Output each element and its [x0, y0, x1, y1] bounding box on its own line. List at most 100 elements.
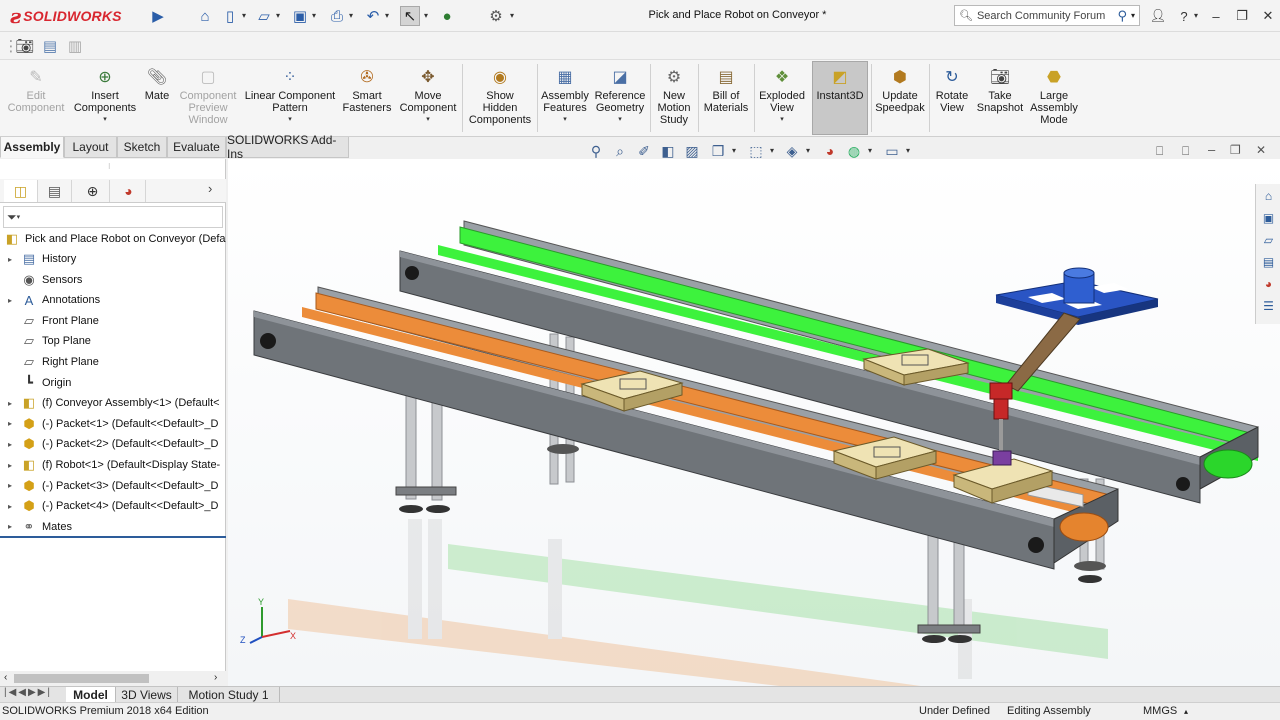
large-assembly-mode-button[interactable]: ⬣ Large Assembly Mode [1028, 62, 1080, 134]
custom-properties-icon[interactable]: ☰ [1258, 296, 1279, 316]
mate-button[interactable]: 📎︎ Mate [141, 62, 173, 134]
display-style-icon[interactable]: ⬚ [746, 141, 766, 161]
new-dropdown-icon[interactable]: ▾ [242, 11, 246, 20]
options-dropdown-icon[interactable]: ▾ [510, 11, 514, 20]
select-cursor-icon[interactable]: ↖ [400, 6, 420, 26]
undo-dropdown-icon[interactable]: ▾ [385, 11, 389, 20]
home-icon[interactable]: ⌂ [195, 6, 215, 26]
filter-dropdown-icon[interactable]: ▾ [17, 213, 21, 221]
tree-item[interactable]: ▸ ⬢ (-) Packet<1> (Default<<Default>_D [0, 414, 226, 434]
select-dropdown-icon[interactable]: ▾ [424, 11, 428, 20]
zoom-to-area-icon[interactable]: ⌕ [610, 141, 630, 161]
assembly-features-dropdown-icon[interactable]: ▾ [563, 115, 567, 123]
scroll-left-icon[interactable]: ‹ [4, 672, 7, 683]
viewport-tile-left-icon[interactable]: ⎕ [1156, 144, 1163, 159]
assembly-visualization-icon[interactable]: ▤ [40, 36, 60, 56]
print-icon[interactable]: ⎙ [327, 6, 347, 26]
options-gear-icon[interactable]: ⚙ [486, 6, 506, 26]
bill-of-materials-button[interactable]: ▤ Bill of Materials [701, 62, 751, 134]
tree-item[interactable]: ▸ ⬢ (-) Packet<3> (Default<<Default>_D [0, 476, 226, 496]
new-document-icon[interactable]: ▯ [220, 6, 240, 26]
tree-item[interactable]: ▸ ◧ (f) Conveyor Assembly<1> (Default< [0, 393, 226, 413]
print-dropdown-icon[interactable]: ▾ [349, 11, 353, 20]
open-dropdown-icon[interactable]: ▾ [276, 11, 280, 20]
view-settings-dropdown-icon[interactable]: ▾ [906, 146, 910, 155]
hide-show-dropdown-icon[interactable]: ▾ [806, 146, 810, 155]
tree-item[interactable]: ◉ Sensors [0, 270, 226, 290]
tree-item[interactable]: ▸ ⚭ Mates [0, 517, 226, 537]
reference-geometry-button[interactable]: ◪ Reference Geometry ▾ [593, 62, 647, 134]
expand-arrow-icon[interactable]: ▸ [5, 255, 15, 264]
display-style-dropdown-icon[interactable]: ▾ [770, 146, 774, 155]
apply-scene-icon[interactable]: ◍ [844, 141, 864, 161]
search-box[interactable]: 🔍︎ Search Community Forum ⚲ ▾ [954, 5, 1140, 26]
instant3d-button[interactable]: ◩ Instant3D [812, 61, 868, 135]
take-snapshot-button[interactable]: 📷︎ Take Snapshot [974, 62, 1026, 134]
close-icon[interactable]: ✕ [1256, 5, 1280, 27]
tab-scroll-arrows-icon[interactable]: |◀◀▶▶| [4, 687, 52, 698]
expand-arrow-icon[interactable]: ▸ [5, 522, 15, 531]
expand-arrow-icon[interactable]: ▸ [5, 440, 15, 449]
exploded-view-button[interactable]: ❖ Exploded View ▾ [757, 62, 807, 134]
save-icon[interactable]: ▣ [290, 6, 310, 26]
view-settings-icon[interactable]: ▭ [882, 141, 902, 161]
edit-appearance-icon[interactable]: ◕ [820, 141, 840, 161]
rotate-view-button[interactable]: ↻ Rotate View [932, 62, 972, 134]
new-motion-study-button[interactable]: ⚙ New Motion Study [653, 62, 695, 134]
panel-grip-icon[interactable]: ⁝ [108, 162, 111, 171]
expand-arrow-icon[interactable]: ▸ [5, 481, 15, 490]
tree-filter[interactable]: ⏷ ▾ [3, 206, 223, 228]
tree-item[interactable]: ▸ A Annotations [0, 290, 226, 310]
viewport-tile-right-icon[interactable]: ⎕ [1182, 144, 1189, 159]
tree-root[interactable]: ◧ Pick and Place Robot on Conveyor (Defa [0, 229, 226, 249]
tree-item[interactable]: ▸ ⬢ (-) Packet<4> (Default<<Default>_D [0, 496, 226, 516]
rebuild-traffic-light-icon[interactable]: ● [437, 6, 457, 26]
save-dropdown-icon[interactable]: ▾ [312, 11, 316, 20]
expand-arrow-icon[interactable]: ▸ [5, 461, 15, 470]
viewport-restore-icon[interactable]: ❐ [1230, 143, 1241, 157]
tree-item[interactable]: ▸ ▤ History [0, 249, 226, 269]
horizontal-scrollbar[interactable]: ‹ › [0, 671, 226, 687]
smart-fasteners-button[interactable]: ✇ Smart Fasteners [340, 62, 394, 134]
units-dropdown-icon[interactable]: ▴ [1184, 707, 1188, 716]
hide-show-items-icon[interactable]: ◈ [782, 141, 802, 161]
expand-arrow-icon[interactable]: ▸ [5, 502, 15, 511]
graphics-area[interactable]: Y X Z [228, 159, 1280, 687]
minimize-icon[interactable]: – [1204, 5, 1228, 27]
tab-motion-study-1[interactable]: Motion Study 1 [178, 687, 280, 702]
insert-components-dropdown-icon[interactable]: ▾ [103, 115, 107, 123]
move-component-dropdown-icon[interactable]: ▾ [426, 115, 430, 123]
user-account-icon[interactable]: 👤︎ [1146, 5, 1170, 27]
menu-expand-icon[interactable]: ▶ [148, 6, 168, 26]
solidworks-resources-icon[interactable]: ⌂ [1258, 186, 1279, 206]
design-library-icon[interactable]: ▣ [1258, 208, 1279, 228]
assembly-features-button[interactable]: ▦ Assembly Features ▾ [540, 62, 590, 134]
component-preview-window-button[interactable]: ▢ Component Preview Window [175, 62, 241, 134]
view-palette-icon[interactable]: ▤ [1258, 252, 1279, 272]
scroll-right-icon[interactable]: › [214, 672, 217, 683]
assembly-model-view[interactable]: Y X Z [228, 159, 1280, 687]
tree-item[interactable]: ▸ ⬢ (-) Packet<2> (Default<<Default>_D [0, 434, 226, 454]
undo-icon[interactable]: ↶ [363, 6, 383, 26]
tab-layout[interactable]: Layout [64, 137, 117, 158]
help-icon[interactable]: ? [1172, 5, 1196, 27]
restore-icon[interactable]: ❐ [1230, 5, 1254, 27]
tree-item[interactable]: ▱ Top Plane [0, 331, 226, 351]
scroll-thumb[interactable] [14, 674, 149, 683]
insert-components-button[interactable]: ⊕ Insert Components ▾ [70, 62, 140, 134]
tree-item[interactable]: ┗ Origin [0, 373, 226, 393]
linear-component-pattern-button[interactable]: ⁘ Linear Component Pattern ▾ [243, 62, 337, 134]
open-folder-icon[interactable]: ▱ [254, 6, 274, 26]
help-dropdown-icon[interactable]: ▾ [1194, 11, 1198, 20]
appearances-icon[interactable]: ◕ [1258, 274, 1279, 294]
camera-snapshot-icon[interactable]: 📷︎ [15, 36, 35, 56]
expand-arrow-icon[interactable]: ▸ [5, 399, 15, 408]
solidworks-logo[interactable]: ƨ SOLIDWORKS [10, 4, 122, 28]
tab-3d-views[interactable]: 3D Views [116, 687, 178, 702]
display-manager-icon[interactable]: ◕ [112, 180, 146, 202]
apply-scene-dropdown-icon[interactable]: ▾ [868, 146, 872, 155]
exploded-view-dropdown-icon[interactable]: ▾ [780, 115, 784, 123]
file-explorer-icon[interactable]: ▱ [1258, 230, 1279, 250]
linear-pattern-dropdown-icon[interactable]: ▾ [288, 115, 292, 123]
unit-system-text[interactable]: MMGS [1143, 705, 1177, 717]
